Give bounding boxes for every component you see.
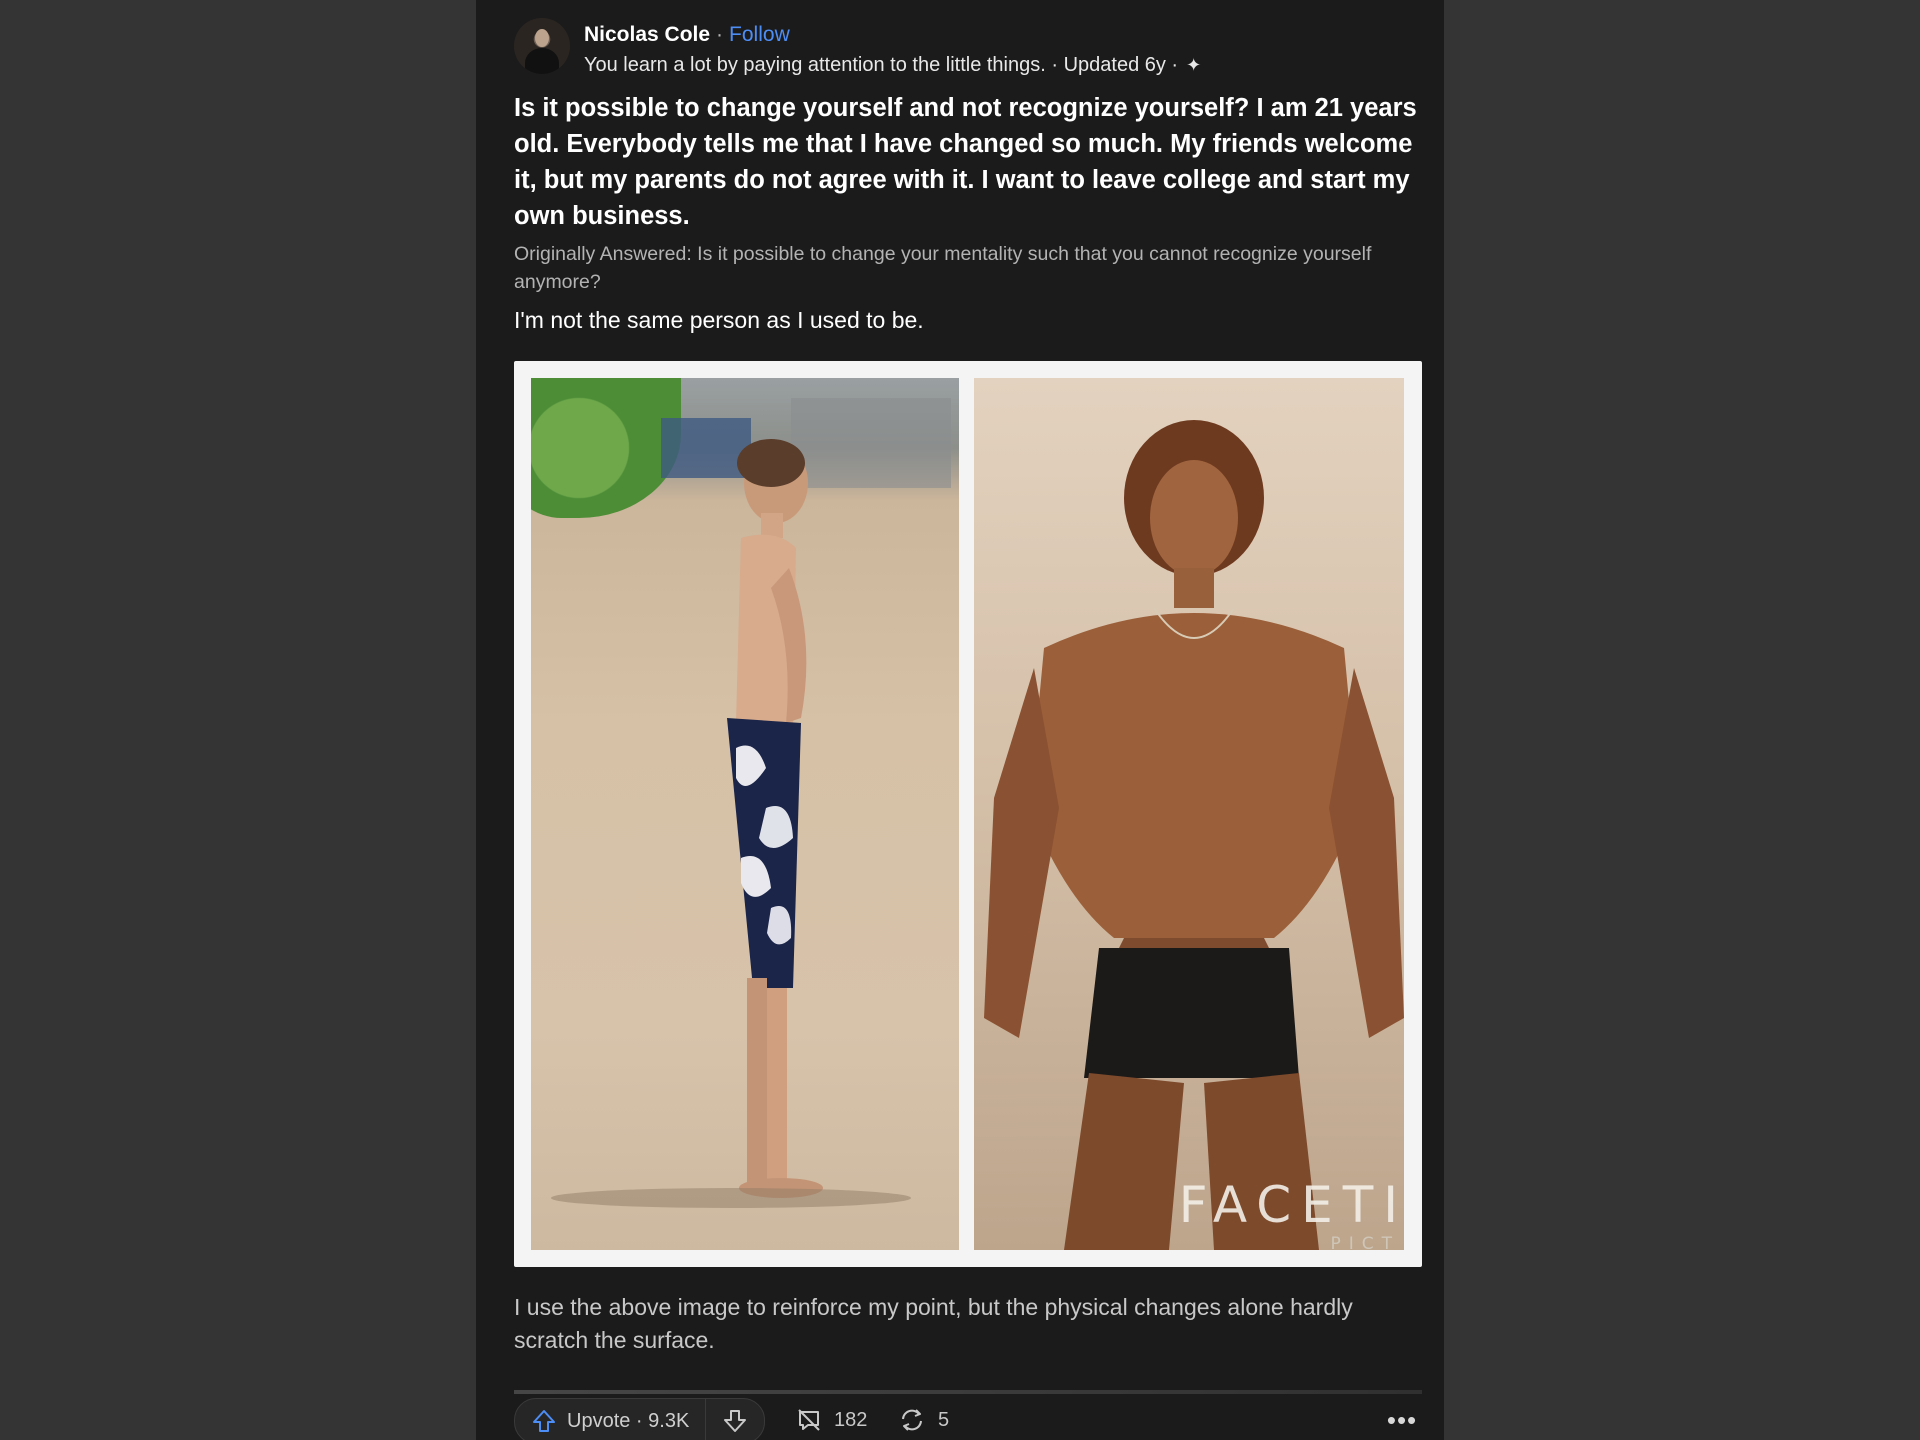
image-watermark: FACETI bbox=[1178, 1176, 1404, 1234]
downvote-arrow-icon bbox=[724, 1410, 747, 1432]
author-header: Nicolas Cole · Follow You learn a lot by p… bbox=[514, 18, 1422, 80]
before-photo bbox=[531, 378, 959, 1250]
downvote-button[interactable] bbox=[706, 1399, 764, 1440]
author-avatar[interactable] bbox=[514, 18, 570, 74]
more-options-button[interactable]: ••• bbox=[1382, 1398, 1422, 1440]
after-figure-illustration bbox=[984, 420, 1404, 1250]
vote-group: Upvote · 9.3K bbox=[514, 1398, 766, 1440]
avatar-head bbox=[535, 29, 549, 47]
answer-image[interactable]: FACETI PICT bbox=[514, 361, 1422, 1267]
author-line: Nicolas Cole · Follow bbox=[584, 22, 790, 48]
sparkle-icon: ✦ bbox=[1186, 55, 1202, 75]
comments-count: 182 bbox=[834, 1408, 868, 1431]
answer-lead: I'm not the same person as I used to be. bbox=[514, 307, 924, 333]
upvote-button[interactable]: Upvote · 9.3K bbox=[515, 1399, 707, 1440]
reshare-icon bbox=[902, 1409, 922, 1431]
follow-button[interactable]: Follow bbox=[729, 23, 790, 46]
author-credential: You learn a lot by paying attention to t… bbox=[584, 52, 1201, 78]
share-button[interactable]: 5 bbox=[898, 1398, 949, 1440]
answer-body-paragraph: I use the above image to reinforce my po… bbox=[514, 1294, 1353, 1353]
comment-icon bbox=[798, 1409, 820, 1431]
after-photo: FACETI PICT bbox=[974, 378, 1404, 1250]
shares-count: 5 bbox=[938, 1408, 950, 1431]
truncated-text-line bbox=[514, 1390, 1422, 1394]
avatar-body bbox=[525, 48, 559, 74]
before-figure-illustration bbox=[551, 398, 951, 1208]
credential-text: You learn a lot by paying attention to t… bbox=[584, 54, 1179, 76]
upvote-arrow-icon bbox=[533, 1410, 555, 1432]
upvote-label: Upvote · 9.3K bbox=[567, 1409, 690, 1432]
comments-button[interactable]: 182 bbox=[796, 1398, 867, 1440]
answer-column: Nicolas Cole · Follow You learn a lot by p… bbox=[476, 0, 1444, 1440]
author-name[interactable]: Nicolas Cole bbox=[584, 23, 710, 46]
image-watermark-sub: PICT bbox=[1330, 1234, 1400, 1250]
question-title[interactable]: Is it possible to change yourself and no… bbox=[514, 90, 1422, 234]
action-bar: Upvote · 9.3K 182 5 ••• bbox=[514, 1398, 1422, 1440]
separator-dot: · bbox=[716, 23, 724, 46]
originally-answered[interactable]: Originally Answered: Is it possible to c… bbox=[514, 240, 1422, 296]
